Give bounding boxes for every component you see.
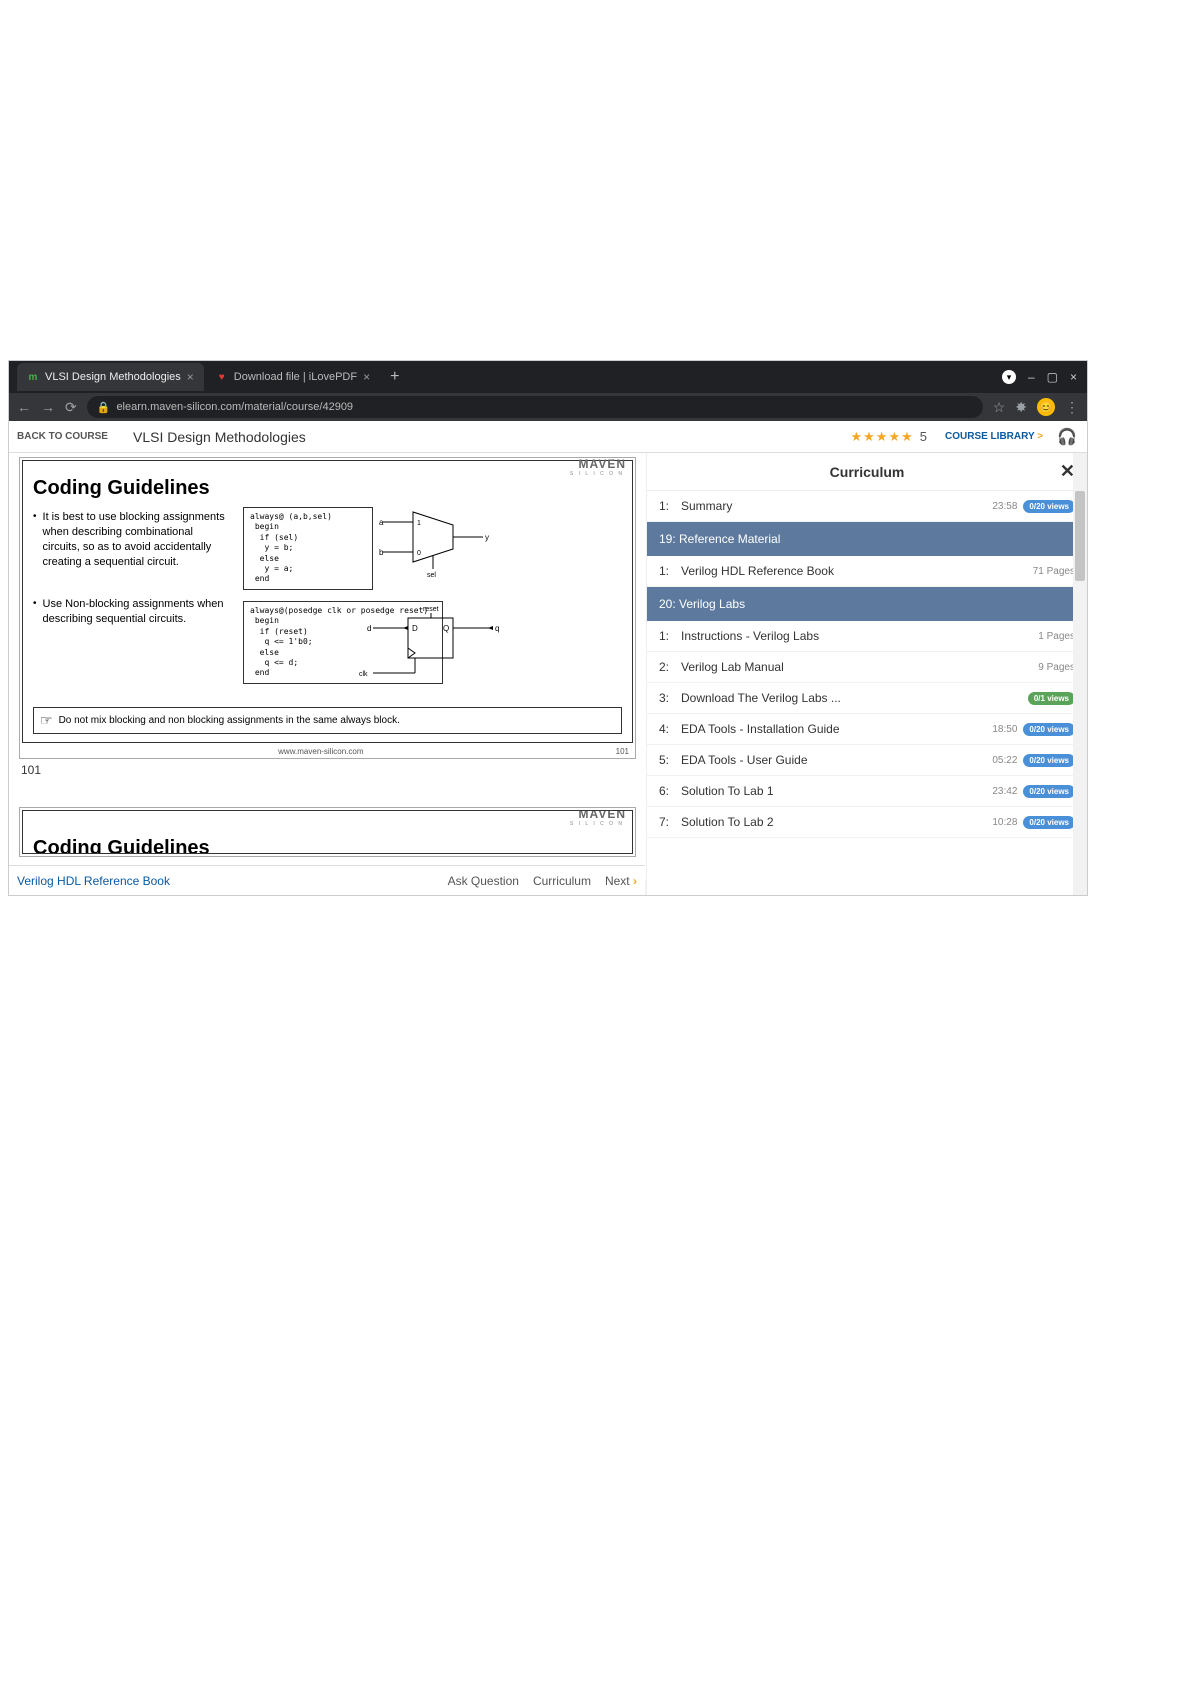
brand-subtext: S I L I C O N <box>570 471 624 477</box>
views-badge: 0/20 views <box>1023 754 1075 767</box>
slide-title-2: Coding Guidelines <box>33 837 622 854</box>
profile-avatar[interactable]: 😊 <box>1037 398 1055 416</box>
tab-close-1[interactable]: × <box>187 370 194 384</box>
window-minimize[interactable]: – <box>1028 370 1035 384</box>
rating-stars: ★★★★★ <box>850 429 913 445</box>
svg-text:y: y <box>485 533 489 542</box>
nav-back-icon[interactable]: ← <box>17 399 31 415</box>
svg-text:clk: clk <box>359 671 368 678</box>
sidebar-item-lab-5[interactable]: 5:EDA Tools - User Guide05:220/20 views <box>647 745 1087 776</box>
puzzle-icon[interactable]: ✸ <box>1015 399 1027 416</box>
note-box: ☞ Do not mix blocking and non blocking a… <box>33 707 622 734</box>
content-column: MAVEN S I L I C O N Coding Guidelines • … <box>9 453 647 895</box>
svg-text:reset: reset <box>423 606 439 613</box>
page-number: 101 <box>21 763 646 777</box>
brand-subtext-2: S I L I C O N <box>570 821 624 827</box>
rating-number: 5 <box>920 429 927 444</box>
sidebar-item-lab-4[interactable]: 4:EDA Tools - Installation Guide18:500/2… <box>647 714 1087 745</box>
course-library-link[interactable]: COURSE LIBRARY > <box>945 431 1043 442</box>
sidebar-item-lab-1[interactable]: 1:Instructions - Verilog Labs1 Pages <box>647 621 1087 652</box>
svg-text:a: a <box>379 518 384 527</box>
dff-diagram: d D Q q clk reset <box>353 613 513 683</box>
sidebar-item-summary[interactable]: 1: Summary 23:58 0/20 views <box>647 491 1087 522</box>
sidebar-item-lab-6[interactable]: 6:Solution To Lab 123:420/20 views <box>647 776 1087 807</box>
ask-question-link[interactable]: Ask Question <box>448 874 519 888</box>
bottom-bar: Verilog HDL Reference Book Ask Question … <box>9 865 645 895</box>
curriculum-sidebar: Curriculum ✕ 1: Summary 23:58 0/20 views… <box>647 453 1087 895</box>
svg-text:sel: sel <box>427 572 436 579</box>
tab-favicon-2: ♥ <box>216 371 228 383</box>
slide-footer: www.maven-silicon.com 101 <box>20 745 635 758</box>
code-block-combinational: always@ (a,b,sel) begin if (sel) y = b; … <box>243 507 373 590</box>
svg-text:q: q <box>495 624 499 633</box>
main-area: MAVEN S I L I C O N Coding Guidelines • … <box>9 453 1087 895</box>
mux-diagram: a b 1 0 y sel <box>383 507 493 577</box>
nav-reload-icon[interactable]: ⟳ <box>65 399 77 416</box>
tab-close-2[interactable]: × <box>363 370 370 384</box>
views-badge: 0/20 views <box>1023 816 1075 829</box>
tab-title-2: Download file | iLovePDF <box>234 371 357 383</box>
svg-text:D: D <box>412 624 418 633</box>
sidebar-item-lab-3[interactable]: 3:Download The Verilog Labs ...0/1 views <box>647 683 1087 714</box>
svg-text:b: b <box>379 548 384 557</box>
svg-text:Q: Q <box>443 624 449 633</box>
views-badge: 0/20 views <box>1023 785 1075 798</box>
window-maximize[interactable]: ▢ <box>1047 370 1058 384</box>
brand-logo-2: MAVEN <box>579 810 626 821</box>
vscroll-thumb[interactable] <box>1075 491 1085 581</box>
extension-icon[interactable]: ▾ <box>1002 370 1016 384</box>
window-controls: ▾ – ▢ × <box>1002 370 1087 384</box>
star-icon[interactable]: ☆ <box>993 399 1006 416</box>
tab-title-1: VLSI Design Methodologies <box>45 371 181 383</box>
views-badge: 0/20 views <box>1023 723 1075 736</box>
address-bar: ← → ⟳ 🔒 elearn.maven-silicon.com/materia… <box>9 393 1087 421</box>
slide-next-peek: MAVEN S I L I C O N Coding Guidelines <box>19 807 636 857</box>
sidebar-item-reference-book[interactable]: 1: Verilog HDL Reference Book 71 Pages <box>647 556 1087 587</box>
browser-tab-1[interactable]: m VLSI Design Methodologies × <box>17 363 204 391</box>
hand-icon: ☞ <box>40 712 53 729</box>
browser-tab-2[interactable]: ♥ Download file | iLovePDF × <box>206 363 380 391</box>
brand-logo: MAVEN <box>579 457 626 471</box>
views-badge: 0/1 views <box>1028 692 1075 705</box>
course-title: VLSI Design Methodologies <box>127 429 306 445</box>
lock-icon: 🔒 <box>97 401 111 414</box>
slide-title: Coding Guidelines <box>33 477 622 500</box>
support-headset-icon[interactable]: 🎧 <box>1057 427 1077 447</box>
slide-coding-guidelines: MAVEN S I L I C O N Coding Guidelines • … <box>19 457 636 759</box>
svg-text:d: d <box>367 624 371 633</box>
svg-text:1: 1 <box>417 520 421 527</box>
svg-text:0: 0 <box>417 550 421 557</box>
url-text: elearn.maven-silicon.com/material/course… <box>116 401 353 413</box>
views-badge: 0/20 views <box>1023 500 1075 513</box>
menu-icon[interactable]: ⋮ <box>1065 399 1079 416</box>
tab-strip: m VLSI Design Methodologies × ♥ Download… <box>9 361 1087 393</box>
new-tab-button[interactable]: + <box>382 368 407 386</box>
tab-favicon-1: m <box>27 371 39 383</box>
curriculum-link[interactable]: Curriculum <box>533 874 591 888</box>
browser-chrome: m VLSI Design Methodologies × ♥ Download… <box>9 361 1087 421</box>
next-button[interactable]: Next › <box>605 874 637 888</box>
window-close[interactable]: × <box>1070 370 1077 384</box>
url-input[interactable]: 🔒 elearn.maven-silicon.com/material/cour… <box>87 396 983 418</box>
sidebar-header: Curriculum ✕ <box>647 453 1087 491</box>
bottom-breadcrumb[interactable]: Verilog HDL Reference Book <box>17 874 170 888</box>
section-reference-material[interactable]: 19: Reference Material <box>647 522 1087 556</box>
back-to-course-link[interactable]: BACK TO COURSE <box>9 431 127 442</box>
vertical-scrollbar[interactable] <box>1073 453 1087 895</box>
section-verilog-labs[interactable]: 20: Verilog Labs <box>647 587 1087 621</box>
sidebar-item-lab-2[interactable]: 2:Verilog Lab Manual9 Pages <box>647 652 1087 683</box>
course-top-bar: BACK TO COURSE VLSI Design Methodologies… <box>9 421 1087 453</box>
sidebar-item-lab-7[interactable]: 7:Solution To Lab 210:280/20 views <box>647 807 1087 838</box>
nav-forward-icon[interactable]: → <box>41 399 55 415</box>
